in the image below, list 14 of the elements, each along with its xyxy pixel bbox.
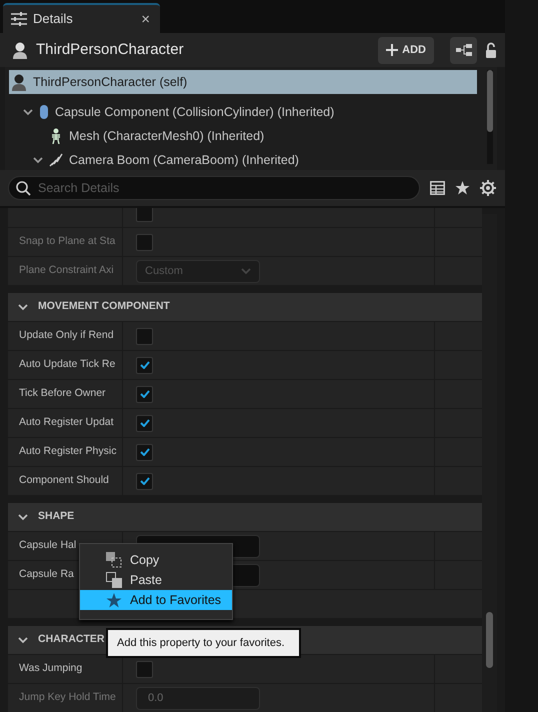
property-label: Snap to Plane at Sta <box>19 234 116 250</box>
property-label: Plane Constraint Axi <box>19 263 114 278</box>
actor-title: ThirdPersonCharacter <box>36 40 184 60</box>
property-label: Capsule Hal <box>19 538 76 554</box>
property-label: Jump Key Hold Time <box>19 690 116 706</box>
property-label: Auto Register Updat <box>19 415 114 430</box>
property-label: Auto Register Physic <box>19 444 116 460</box>
property-label: Was Jumping <box>19 661 82 676</box>
tooltip: Add this property to your favorites. <box>106 628 301 658</box>
property-label: Auto Update Tick Re <box>19 357 116 372</box>
property-label: Tick Before Owner <box>19 386 106 402</box>
property-label: Component Should <box>19 473 109 488</box>
property-label: Update Only if Rend <box>19 328 114 344</box>
property-label: Capsule Ra <box>19 567 74 582</box>
